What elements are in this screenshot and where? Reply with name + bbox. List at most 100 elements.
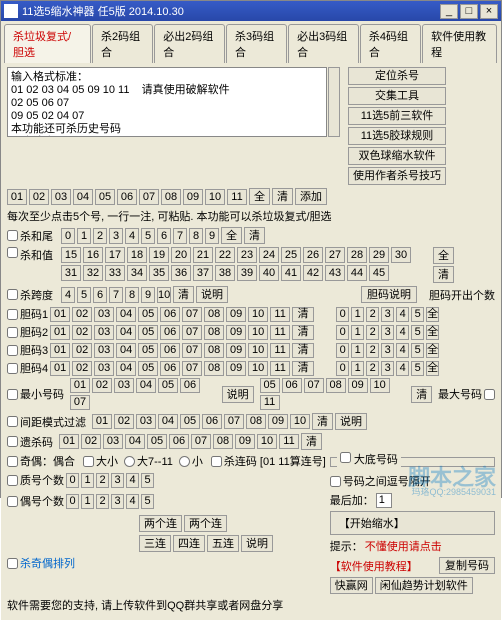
- tab-3[interactable]: 杀3码组合: [226, 24, 287, 63]
- hz-27[interactable]: 27: [325, 247, 345, 263]
- dm3-cnt-0[interactable]: 0: [336, 361, 349, 376]
- hz-qing[interactable]: 清: [433, 266, 454, 283]
- ts-07[interactable]: 07: [191, 434, 211, 449]
- jg-04[interactable]: 04: [158, 414, 178, 429]
- hw-5[interactable]: 5: [141, 228, 155, 244]
- dm3-cnt-1[interactable]: 1: [351, 361, 364, 376]
- quan-button[interactable]: 全: [249, 188, 270, 205]
- dm2-04[interactable]: 04: [116, 343, 136, 358]
- dm0-05[interactable]: 05: [138, 307, 158, 322]
- hw-9[interactable]: 9: [205, 228, 219, 244]
- lm-shuoming[interactable]: 说明: [241, 535, 273, 552]
- dm0-01[interactable]: 01: [50, 307, 70, 322]
- zx-shuoming[interactable]: 说明: [222, 386, 254, 403]
- dm1-01[interactable]: 01: [50, 325, 70, 340]
- zh0-2[interactable]: 2: [96, 473, 109, 488]
- lm-4[interactable]: 五连: [207, 535, 239, 552]
- hw-2[interactable]: 2: [93, 228, 107, 244]
- num-03[interactable]: 03: [51, 189, 71, 205]
- dm1-cnt-2[interactable]: 2: [366, 325, 379, 340]
- dm0-10[interactable]: 10: [248, 307, 268, 322]
- hz-30[interactable]: 30: [391, 247, 411, 263]
- hz-37[interactable]: 37: [193, 265, 213, 281]
- hz-16[interactable]: 16: [83, 247, 103, 263]
- dm2-02[interactable]: 02: [72, 343, 92, 358]
- lm-3[interactable]: 四连: [173, 535, 205, 552]
- dm3-02[interactable]: 02: [72, 361, 92, 376]
- hz-33[interactable]: 33: [105, 265, 125, 281]
- fuzhi-button[interactable]: 复制号码: [439, 557, 495, 574]
- hz-19[interactable]: 19: [149, 247, 169, 263]
- zh0-3[interactable]: 3: [111, 473, 124, 488]
- dm2-07[interactable]: 07: [182, 343, 202, 358]
- jg-09[interactable]: 09: [268, 414, 288, 429]
- dm0-07[interactable]: 07: [182, 307, 202, 322]
- jg-shuoming[interactable]: 说明: [335, 413, 367, 430]
- hw-0[interactable]: 0: [61, 228, 75, 244]
- xiao-radio[interactable]: [179, 456, 190, 467]
- hz-36[interactable]: 36: [171, 265, 191, 281]
- dm2-cnt-1[interactable]: 1: [351, 343, 364, 358]
- dm1-cnt-quan[interactable]: 全: [426, 325, 439, 340]
- hw-7[interactable]: 7: [173, 228, 187, 244]
- side-btn-4[interactable]: 双色球缩水软件: [348, 147, 446, 165]
- zh0-0[interactable]: 0: [66, 473, 79, 488]
- hz-18[interactable]: 18: [127, 247, 147, 263]
- dm3-cnt-2[interactable]: 2: [366, 361, 379, 376]
- dm0-03[interactable]: 03: [94, 307, 114, 322]
- lianma-checkbox[interactable]: [211, 456, 222, 467]
- zh0-1[interactable]: 1: [81, 473, 94, 488]
- hz-38[interactable]: 38: [215, 265, 235, 281]
- dm0-checkbox[interactable]: [7, 309, 18, 320]
- hw-1[interactable]: 1: [77, 228, 91, 244]
- tab-5[interactable]: 杀4码组合: [360, 24, 421, 63]
- dm3-cnt-5[interactable]: 5: [411, 361, 424, 376]
- hz-15[interactable]: 15: [61, 247, 81, 263]
- qing-button[interactable]: 清: [272, 188, 293, 205]
- hz-21[interactable]: 21: [193, 247, 213, 263]
- jg-03[interactable]: 03: [136, 414, 156, 429]
- dm3-cnt-3[interactable]: 3: [381, 361, 394, 376]
- kuaiying-button[interactable]: 快赢网: [330, 577, 373, 594]
- tab-4[interactable]: 必出3码组合: [288, 24, 359, 63]
- num-01[interactable]: 01: [7, 189, 27, 205]
- ts-11[interactable]: 11: [279, 434, 299, 449]
- dm3-11[interactable]: 11: [270, 361, 290, 376]
- dm2-08[interactable]: 08: [204, 343, 224, 358]
- dm3-cnt-quan[interactable]: 全: [426, 361, 439, 376]
- zh0-checkbox[interactable]: [7, 475, 18, 486]
- kd-6[interactable]: 6: [93, 287, 107, 303]
- kd-9[interactable]: 9: [141, 287, 155, 303]
- kd-10[interactable]: 10: [157, 287, 171, 303]
- zx-02[interactable]: 02: [92, 378, 112, 393]
- ts-04[interactable]: 04: [125, 434, 145, 449]
- dm1-cnt-4[interactable]: 4: [396, 325, 409, 340]
- dm2-cnt-5[interactable]: 5: [411, 343, 424, 358]
- jg-05[interactable]: 05: [180, 414, 200, 429]
- dm2-05[interactable]: 05: [138, 343, 158, 358]
- zh1-4[interactable]: 4: [126, 494, 139, 509]
- tab-1[interactable]: 杀2码组合: [92, 24, 153, 63]
- dm1-02[interactable]: 02: [72, 325, 92, 340]
- hz-22[interactable]: 22: [215, 247, 235, 263]
- zd-11[interactable]: 11: [260, 395, 280, 410]
- zh1-2[interactable]: 2: [96, 494, 109, 509]
- zh1-3[interactable]: 3: [111, 494, 124, 509]
- dm2-09[interactable]: 09: [226, 343, 246, 358]
- dm1-cnt-5[interactable]: 5: [411, 325, 424, 340]
- zh1-0[interactable]: 0: [66, 494, 79, 509]
- zx-04[interactable]: 04: [136, 378, 156, 393]
- jg-07[interactable]: 07: [224, 414, 244, 429]
- dm3-01[interactable]: 01: [50, 361, 70, 376]
- dm2-cnt-3[interactable]: 3: [381, 343, 394, 358]
- dm2-cnt-2[interactable]: 2: [366, 343, 379, 358]
- shajiou-checkbox[interactable]: [7, 558, 18, 569]
- dm0-09[interactable]: 09: [226, 307, 246, 322]
- side-btn-0[interactable]: 定位杀号: [348, 67, 446, 85]
- dm3-07[interactable]: 07: [182, 361, 202, 376]
- hz-31[interactable]: 31: [61, 265, 81, 281]
- zuihou-input[interactable]: [376, 493, 392, 508]
- hz-28[interactable]: 28: [347, 247, 367, 263]
- hz-45[interactable]: 45: [369, 265, 389, 281]
- ts-06[interactable]: 06: [169, 434, 189, 449]
